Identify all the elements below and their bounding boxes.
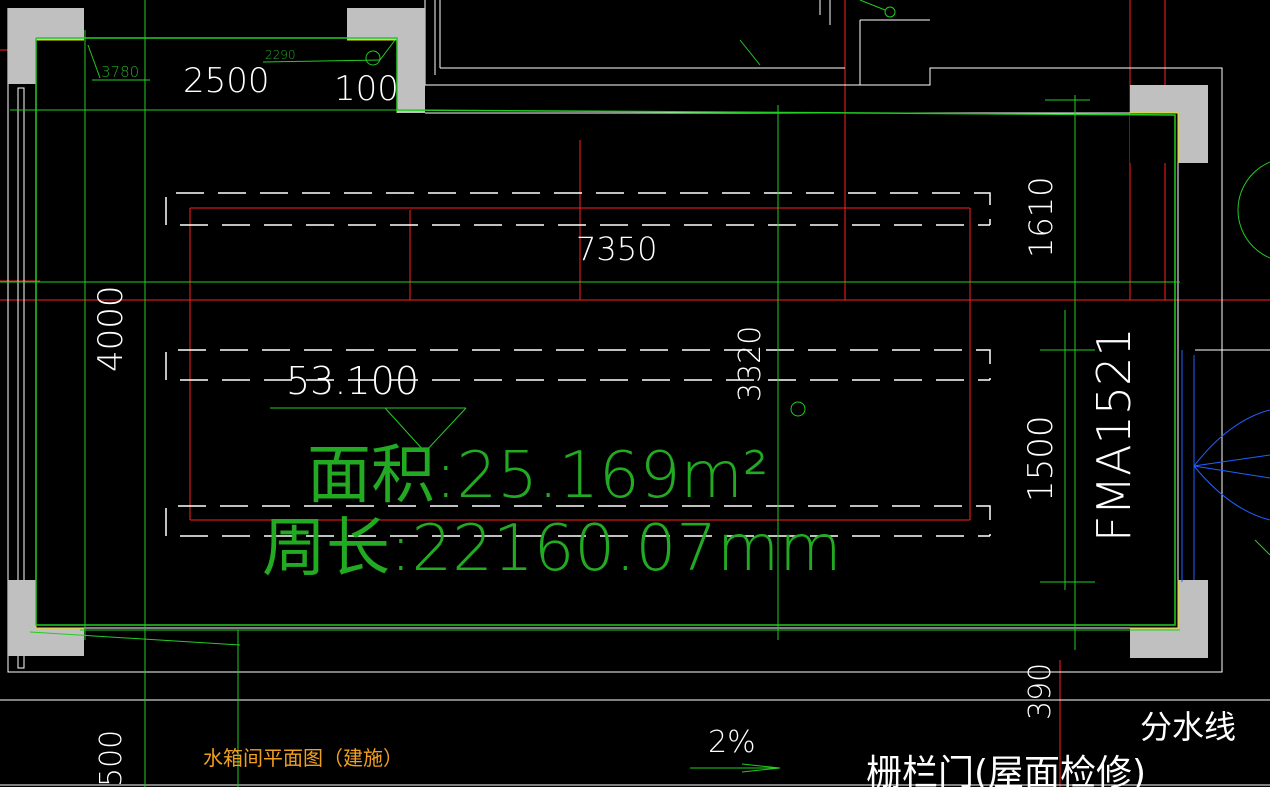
dim-1610: 1610 [1022,177,1060,258]
slope-label: 2% [708,725,756,760]
dim-1500: 1500 [1021,415,1061,502]
drawing-caption: 水箱间平面图（建施） [203,746,403,770]
axis-grid [0,0,1270,787]
perimeter-label: 周长:22160.07mm [262,512,842,586]
cad-drawing-canvas[interactable]: 3780 2500 2290 100 7350 1610 4000 3320 1… [0,0,1270,787]
dim-2500: 2500 [183,61,270,101]
elevation-label: 53.100 [286,359,419,403]
divide-line-label: 分水线 [1140,708,1236,746]
dim-500: 500 [94,730,129,787]
dim-3320: 3320 [733,326,768,402]
area-label: 面积:25.169m² [307,439,769,513]
door-code-label: FMA1521 [1087,327,1141,542]
dim-100: 100 [334,69,399,109]
dim-2290: 2290 [265,48,296,62]
dim-3780: 3780 [101,63,139,81]
dim-4000: 4000 [91,285,131,372]
door-swing [1181,350,1270,582]
dim-390: 390 [1023,663,1058,720]
dim-7350: 7350 [576,230,657,268]
gate-label: 栅栏门(屋面检修) [866,753,1146,787]
